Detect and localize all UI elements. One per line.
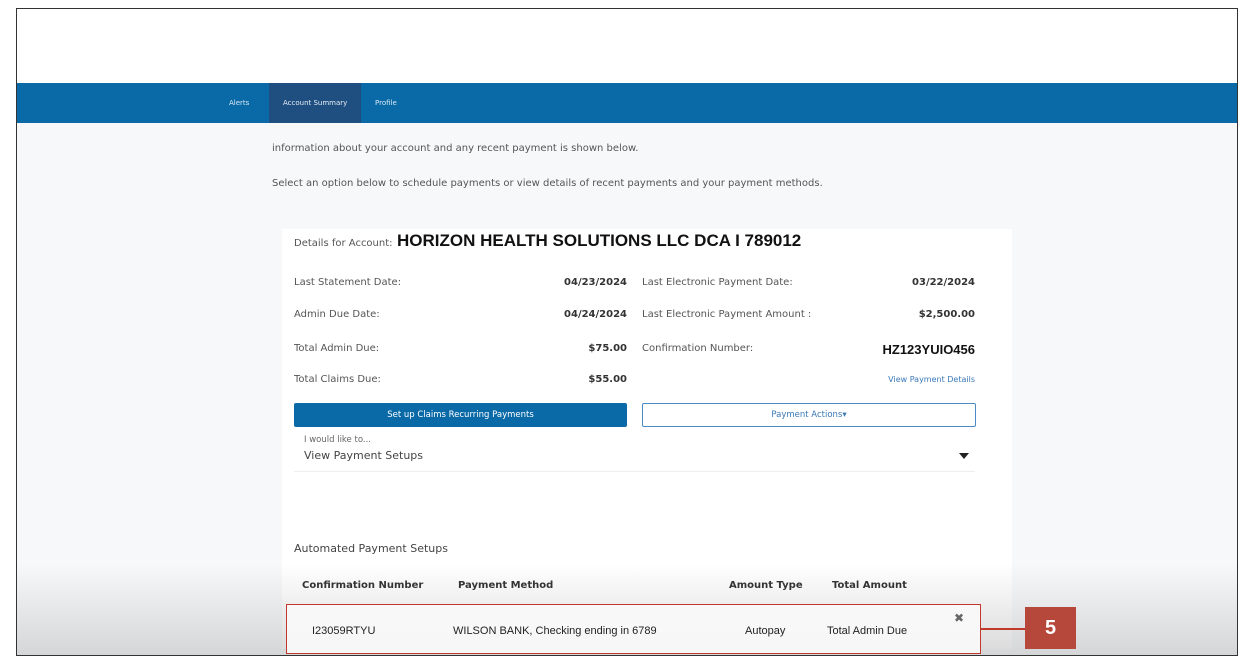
intro-text-line2: Select an option below to schedule payme… xyxy=(272,178,823,189)
column-header-total-amount: Total Amount xyxy=(832,580,907,591)
nav-item-profile[interactable]: Profile xyxy=(375,83,397,123)
column-header-amount-type: Amount Type xyxy=(729,580,803,591)
last-statement-date-label: Last Statement Date: xyxy=(294,277,402,288)
confirmation-number-label: Confirmation Number: xyxy=(642,343,754,354)
last-payment-date-label: Last Electronic Payment Date: xyxy=(642,277,793,288)
view-payment-details-link[interactable]: View Payment Details xyxy=(850,375,975,384)
nav-item-account-summary[interactable]: Account Summary xyxy=(269,83,362,123)
action-select[interactable]: View Payment Setups xyxy=(304,449,423,462)
row-payment-method: WILSON BANK, Checking ending in 6789 xyxy=(453,625,657,637)
last-payment-date-value: 03/22/2024 xyxy=(912,277,975,288)
last-payment-amount-value: $2,500.00 xyxy=(918,309,975,320)
total-admin-due-label: Total Admin Due: xyxy=(294,343,380,354)
remove-setup-icon[interactable]: ✖ xyxy=(954,611,964,625)
step-callout-badge: 5 xyxy=(1025,607,1076,649)
payment-actions-button[interactable]: Payment Actions▾ xyxy=(642,403,976,427)
last-payment-amount-label: Last Electronic Payment Amount : xyxy=(642,309,812,320)
setup-recurring-payments-button[interactable]: Set up Claims Recurring Payments xyxy=(294,403,627,427)
caret-down-icon[interactable] xyxy=(959,453,969,459)
total-claims-due-value: $55.00 xyxy=(588,374,627,385)
intro-text-line1: information about your account and any r… xyxy=(272,143,639,154)
column-header-payment-method: Payment Method xyxy=(458,580,554,591)
nav-item-alerts[interactable]: Alerts xyxy=(229,83,249,123)
select-underline xyxy=(294,471,975,472)
total-claims-due-label: Total Claims Due: xyxy=(294,374,381,385)
confirmation-number-value: HZ123YUIO456 xyxy=(882,342,976,357)
row-amount-type: Autopay xyxy=(745,625,786,637)
callout-connector-line xyxy=(981,628,1025,630)
total-admin-due-value: $75.00 xyxy=(588,343,627,354)
action-select-label: I would like to... xyxy=(304,435,371,445)
top-nav-bar: Alerts Account Summary Profile xyxy=(17,83,1237,123)
automated-payment-setups-title: Automated Payment Setups xyxy=(294,542,448,555)
account-label: Details for Account: xyxy=(294,238,393,249)
row-confirmation-number: I23059RTYU xyxy=(312,625,376,637)
row-total-amount: Total Admin Due xyxy=(827,625,908,637)
account-name: HORIZON HEALTH SOLUTIONS LLC DCA I 78901… xyxy=(397,231,802,250)
last-statement-date-value: 04/23/2024 xyxy=(564,277,627,288)
admin-due-date-value: 04/24/2024 xyxy=(564,309,627,320)
admin-due-date-label: Admin Due Date: xyxy=(294,309,380,320)
screenshot-frame: Alerts Account Summary Profile informati… xyxy=(16,8,1238,656)
column-header-confirmation: Confirmation Number xyxy=(302,580,424,591)
